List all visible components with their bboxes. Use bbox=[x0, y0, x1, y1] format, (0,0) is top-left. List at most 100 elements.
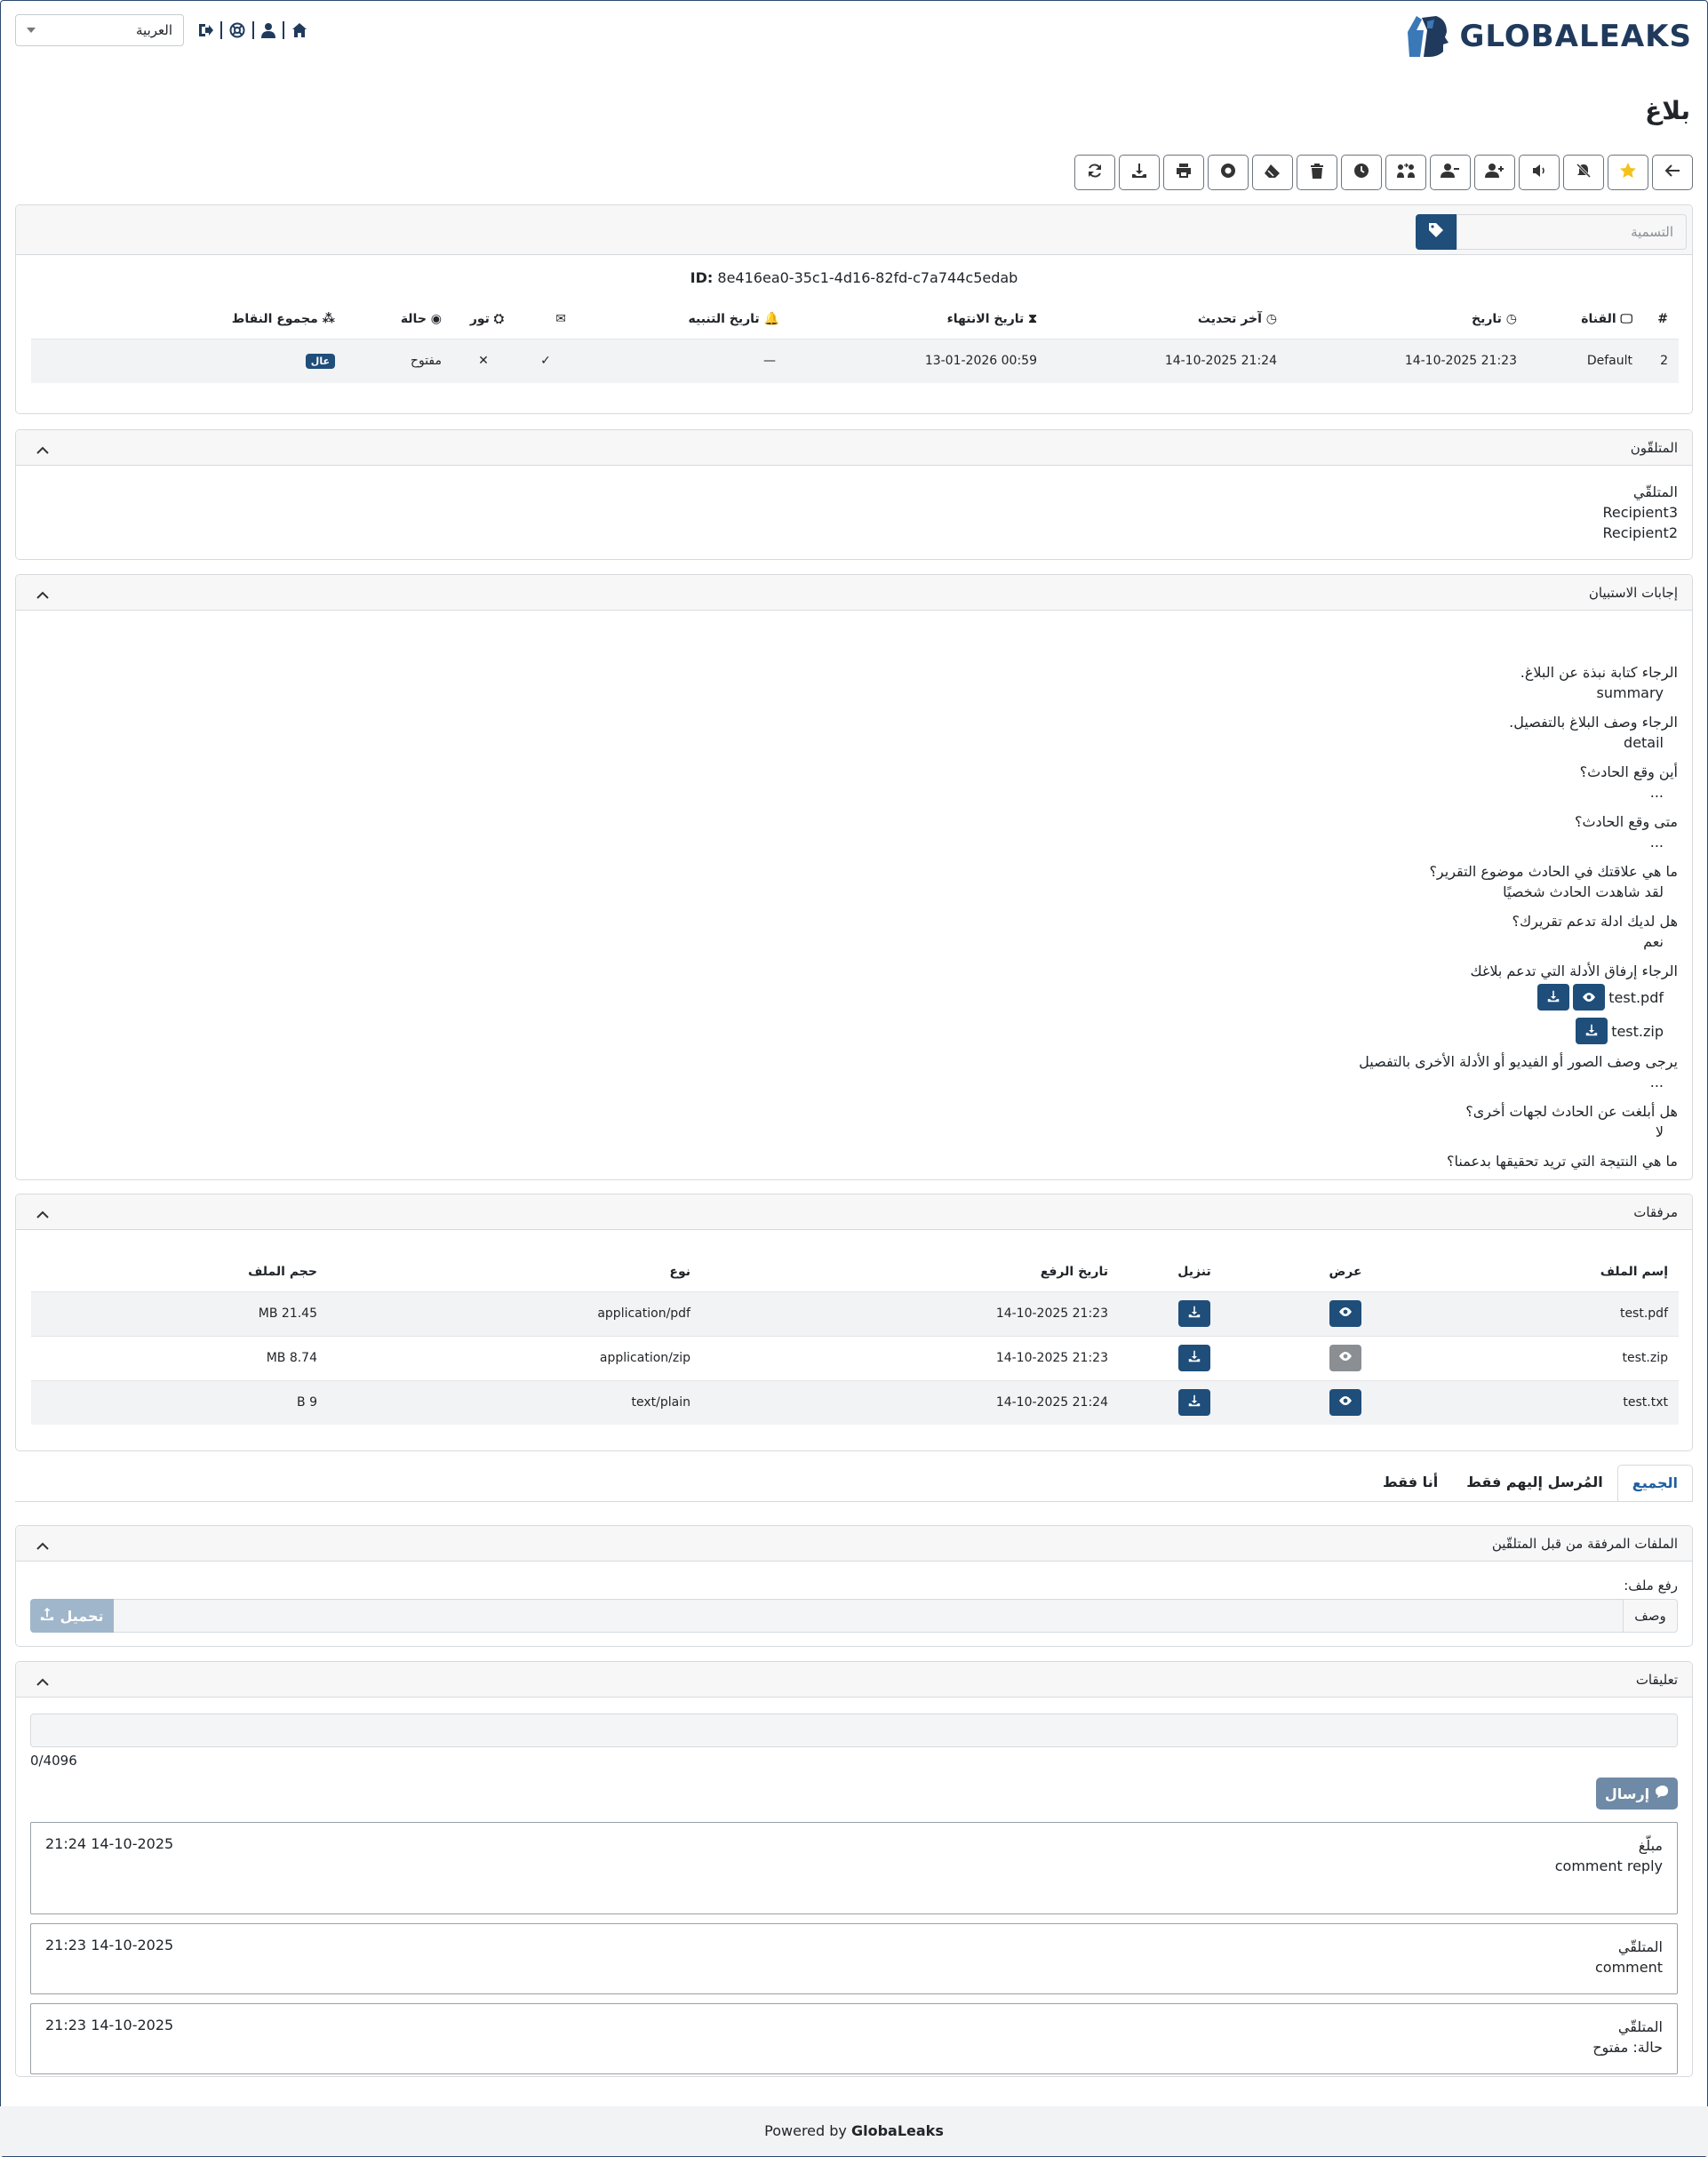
cell-uploaded: 21:24 14-10-2025 bbox=[701, 1379, 1119, 1425]
postpone-button[interactable] bbox=[1341, 155, 1382, 190]
answer: لقد شاهدت الحادث شخصيًا bbox=[1503, 883, 1664, 900]
cell-type: text/plain bbox=[328, 1379, 701, 1425]
table-row[interactable]: 2 Default 21:23 14-10-2025 21:24 14-10-2… bbox=[31, 338, 1679, 383]
attachments-table: إسم الملف عرض تنزيل تاريخ الرفع نوع حجم … bbox=[31, 1252, 1679, 1425]
answer: ... bbox=[1649, 1074, 1664, 1090]
comments-header[interactable]: تعليقات bbox=[16, 1662, 1692, 1698]
send-button[interactable]: إرسال bbox=[1596, 1778, 1678, 1809]
remove-user-icon bbox=[1441, 163, 1460, 182]
description-label: وصف bbox=[1623, 1599, 1678, 1633]
tag-button[interactable] bbox=[1416, 214, 1457, 250]
upload-button-label: تحميل bbox=[60, 1607, 104, 1625]
question: ما هي علاقتك في الحادث موضوع التقرير؟ bbox=[1429, 863, 1678, 880]
star-icon bbox=[1619, 162, 1637, 183]
user-icon[interactable] bbox=[261, 22, 275, 38]
question: الرجاء كتابة نبذة عن البلاغ. bbox=[1520, 664, 1678, 681]
report-panel: التسمية ID: 8e416ea0-35c1-4d16-82fd-c7a7… bbox=[15, 204, 1693, 414]
language-select[interactable]: العربية bbox=[15, 14, 184, 46]
col-uploaded: تاريخ الرفع bbox=[1040, 1264, 1108, 1279]
answer-item: ما هي علاقتك في الحادث موضوع التقرير؟ لقد… bbox=[1429, 861, 1678, 902]
view-file-button[interactable] bbox=[1573, 984, 1606, 1011]
tab-recipients-only[interactable]: المُرسل إليهم فقط bbox=[1452, 1465, 1617, 1502]
col-size: حجم الملف bbox=[248, 1264, 317, 1279]
comment-text: comment reply bbox=[1554, 1857, 1663, 1874]
download-file-button[interactable] bbox=[1178, 1345, 1210, 1371]
download-icon bbox=[1585, 1021, 1598, 1042]
col-read: ✉ bbox=[515, 300, 577, 339]
home-icon[interactable] bbox=[291, 22, 307, 38]
record-button[interactable] bbox=[1208, 155, 1249, 190]
table-row[interactable]: test.txt 21:24 14-10-2025 text/plain B 9 bbox=[31, 1379, 1679, 1425]
comment-author: مبلّغ bbox=[1638, 1837, 1663, 1854]
erase-button[interactable] bbox=[1252, 155, 1293, 190]
chevron-up-icon[interactable] bbox=[36, 1207, 50, 1223]
cell-file-name: test.zip bbox=[1421, 1335, 1679, 1380]
add-user-button[interactable] bbox=[1474, 155, 1515, 190]
mute-icon bbox=[1576, 163, 1592, 182]
tab-me-only[interactable]: أنا فقط bbox=[1369, 1465, 1452, 1502]
table-row[interactable]: test.zip 21:23 14-10-2025 application/zi… bbox=[31, 1335, 1679, 1380]
volume-button[interactable] bbox=[1519, 155, 1560, 190]
view-file-button[interactable] bbox=[1329, 1300, 1361, 1327]
logout-icon[interactable] bbox=[197, 22, 213, 38]
answers-header[interactable]: إجابات الاستبيان bbox=[16, 575, 1692, 611]
cell-expiry: 00:59 13-01-2026 bbox=[790, 338, 1048, 383]
report-id: ID: 8e416ea0-35c1-4d16-82fd-c7a744c5edab bbox=[16, 269, 1692, 286]
answer-item: متى وقع الحادث؟... bbox=[1575, 811, 1678, 852]
description-input[interactable] bbox=[114, 1599, 1623, 1633]
question: هل أبلغت عن الحادث لجهات أخرى؟ bbox=[1465, 1103, 1678, 1120]
nav-divider bbox=[252, 21, 254, 39]
recipients-title: المتلقّون bbox=[1630, 440, 1678, 456]
transfer-button[interactable] bbox=[1385, 155, 1426, 190]
tor-icon: ⛭ bbox=[489, 311, 504, 326]
cell-download bbox=[1119, 1290, 1270, 1336]
footer-brand-link[interactable]: GlobaLeaks bbox=[851, 2122, 944, 2139]
chevron-up-icon[interactable] bbox=[36, 587, 50, 603]
answer-item: هل أبلغت عن الحادث لجهات أخرى؟ لا bbox=[1465, 1101, 1678, 1142]
print-button[interactable] bbox=[1163, 155, 1204, 190]
download-file-button[interactable] bbox=[1576, 1018, 1608, 1044]
chevron-up-icon[interactable] bbox=[36, 1674, 50, 1690]
download-button[interactable] bbox=[1119, 155, 1160, 190]
comment-item: المتلقّي comment 21:23 14-10-2025 bbox=[30, 1923, 1678, 1994]
recipients-header[interactable]: المتلقّون bbox=[16, 430, 1692, 466]
cell-view bbox=[1270, 1290, 1421, 1336]
upload-button[interactable]: تحميل bbox=[30, 1599, 114, 1633]
recipient-files-header[interactable]: الملفات المرفقة من قبل المتلقّين bbox=[16, 1526, 1692, 1562]
comment-textarea[interactable] bbox=[30, 1714, 1678, 1747]
back-button[interactable] bbox=[1652, 155, 1693, 190]
label-input[interactable]: التسمية bbox=[1457, 214, 1687, 250]
download-file-button[interactable] bbox=[1178, 1389, 1210, 1417]
page-title: بلاغ bbox=[1645, 96, 1690, 125]
recipient-files-panel: الملفات المرفقة من قبل المتلقّين رفع ملف… bbox=[15, 1525, 1693, 1647]
answer-item: يرجى وصف الصور أو الفيديو أو الأدلة الأخ… bbox=[1359, 1051, 1678, 1092]
chevron-up-icon[interactable] bbox=[36, 1538, 50, 1554]
remove-user-button[interactable] bbox=[1430, 155, 1471, 190]
tab-all[interactable]: الجميع bbox=[1616, 1465, 1693, 1502]
delete-button[interactable] bbox=[1297, 155, 1337, 190]
cell-type: application/zip bbox=[328, 1335, 701, 1380]
cell-download bbox=[1119, 1335, 1270, 1380]
globaleaks-logo[interactable]: GLOBALEAKS bbox=[1402, 12, 1692, 60]
question: الرجاء إرفاق الأدلة التي تدعم بلاغك bbox=[1470, 963, 1678, 979]
mute-button[interactable] bbox=[1563, 155, 1604, 190]
answer-item: ما هي النتيجة التي تريد تحقيقها بدعمنا؟.… bbox=[1447, 1151, 1678, 1179]
col-tor: ⛭ تور bbox=[469, 311, 504, 326]
refresh-button[interactable] bbox=[1074, 155, 1115, 190]
eye-icon bbox=[1582, 987, 1596, 1008]
answer-item: الرجاء كتابة نبذة عن البلاغ. summary bbox=[1520, 662, 1678, 703]
view-file-button[interactable] bbox=[1329, 1389, 1361, 1417]
chevron-up-icon[interactable] bbox=[36, 443, 50, 459]
col-updated: ◷ آخر تحديث bbox=[1197, 311, 1277, 326]
table-row[interactable]: test.pdf 21:23 14-10-2025 application/pd… bbox=[31, 1290, 1679, 1336]
star-button[interactable] bbox=[1608, 155, 1648, 190]
download-file-button[interactable] bbox=[1178, 1300, 1210, 1327]
eye-icon bbox=[1338, 1395, 1353, 1410]
attachments-header[interactable]: مرفقات bbox=[16, 1194, 1692, 1230]
download-file-button[interactable] bbox=[1537, 984, 1570, 1011]
support-icon[interactable] bbox=[229, 22, 245, 38]
chevron-down-icon bbox=[27, 28, 36, 33]
comments-title: تعليقات bbox=[1635, 1672, 1678, 1688]
eye-icon bbox=[1338, 1306, 1353, 1321]
top-nav bbox=[197, 20, 307, 41]
